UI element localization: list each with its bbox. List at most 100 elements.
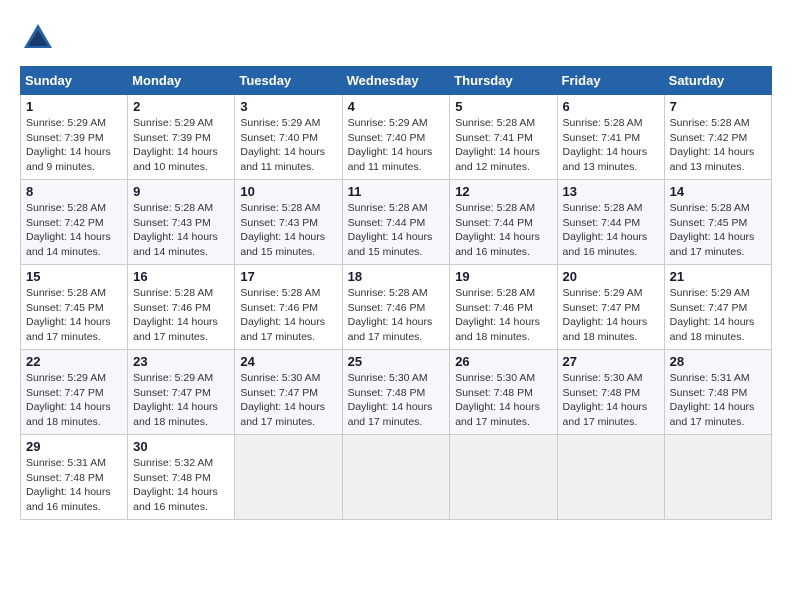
daylight: Daylight: 14 hours and 17 minutes.	[240, 401, 325, 428]
sunrise: Sunrise: 5:28 AM	[455, 287, 535, 299]
daylight: Daylight: 14 hours and 18 minutes.	[133, 401, 218, 428]
sunset: Sunset: 7:46 PM	[240, 302, 318, 314]
day-number: 16	[133, 269, 229, 284]
sunrise: Sunrise: 5:28 AM	[26, 202, 106, 214]
sunset: Sunset: 7:45 PM	[26, 302, 104, 314]
sunrise: Sunrise: 5:28 AM	[133, 202, 213, 214]
sunrise: Sunrise: 5:28 AM	[348, 287, 428, 299]
day-info: Sunrise: 5:28 AM Sunset: 7:41 PM Dayligh…	[455, 116, 551, 175]
sunset: Sunset: 7:43 PM	[240, 217, 318, 229]
day-info: Sunrise: 5:29 AM Sunset: 7:47 PM Dayligh…	[133, 371, 229, 430]
day-number: 9	[133, 184, 229, 199]
calendar-cell: 24 Sunrise: 5:30 AM Sunset: 7:47 PM Dayl…	[235, 350, 342, 435]
day-info: Sunrise: 5:28 AM Sunset: 7:43 PM Dayligh…	[240, 201, 336, 260]
sunset: Sunset: 7:44 PM	[563, 217, 641, 229]
sunset: Sunset: 7:48 PM	[563, 387, 641, 399]
sunset: Sunset: 7:45 PM	[670, 217, 748, 229]
sunrise: Sunrise: 5:28 AM	[455, 202, 535, 214]
header-saturday: Saturday	[664, 67, 771, 95]
day-info: Sunrise: 5:28 AM Sunset: 7:46 PM Dayligh…	[348, 286, 445, 345]
page-header	[20, 20, 772, 56]
day-info: Sunrise: 5:30 AM Sunset: 7:48 PM Dayligh…	[348, 371, 445, 430]
sunset: Sunset: 7:48 PM	[455, 387, 533, 399]
day-info: Sunrise: 5:28 AM Sunset: 7:43 PM Dayligh…	[133, 201, 229, 260]
calendar-cell: 15 Sunrise: 5:28 AM Sunset: 7:45 PM Dayl…	[21, 265, 128, 350]
sunset: Sunset: 7:47 PM	[670, 302, 748, 314]
calendar-cell	[450, 435, 557, 520]
sunset: Sunset: 7:42 PM	[670, 132, 748, 144]
daylight: Daylight: 14 hours and 17 minutes.	[563, 401, 648, 428]
daylight: Daylight: 14 hours and 14 minutes.	[133, 231, 218, 258]
sunrise: Sunrise: 5:31 AM	[26, 457, 106, 469]
calendar-body: 1 Sunrise: 5:29 AM Sunset: 7:39 PM Dayli…	[21, 95, 772, 520]
sunset: Sunset: 7:47 PM	[240, 387, 318, 399]
sunrise: Sunrise: 5:28 AM	[133, 287, 213, 299]
day-info: Sunrise: 5:28 AM Sunset: 7:44 PM Dayligh…	[455, 201, 551, 260]
calendar-cell: 10 Sunrise: 5:28 AM Sunset: 7:43 PM Dayl…	[235, 180, 342, 265]
calendar-cell: 20 Sunrise: 5:29 AM Sunset: 7:47 PM Dayl…	[557, 265, 664, 350]
sunrise: Sunrise: 5:31 AM	[670, 372, 750, 384]
header-sunday: Sunday	[21, 67, 128, 95]
sunset: Sunset: 7:48 PM	[26, 472, 104, 484]
daylight: Daylight: 14 hours and 15 minutes.	[240, 231, 325, 258]
header-wednesday: Wednesday	[342, 67, 450, 95]
daylight: Daylight: 14 hours and 16 minutes.	[563, 231, 648, 258]
day-number: 21	[670, 269, 766, 284]
sunset: Sunset: 7:41 PM	[455, 132, 533, 144]
day-number: 29	[26, 439, 122, 454]
calendar-cell: 14 Sunrise: 5:28 AM Sunset: 7:45 PM Dayl…	[664, 180, 771, 265]
day-number: 22	[26, 354, 122, 369]
calendar-cell: 22 Sunrise: 5:29 AM Sunset: 7:47 PM Dayl…	[21, 350, 128, 435]
day-number: 2	[133, 99, 229, 114]
sunset: Sunset: 7:39 PM	[133, 132, 211, 144]
daylight: Daylight: 14 hours and 17 minutes.	[670, 401, 755, 428]
day-info: Sunrise: 5:31 AM Sunset: 7:48 PM Dayligh…	[670, 371, 766, 430]
day-number: 7	[670, 99, 766, 114]
calendar-cell	[342, 435, 450, 520]
day-info: Sunrise: 5:28 AM Sunset: 7:42 PM Dayligh…	[26, 201, 122, 260]
day-info: Sunrise: 5:31 AM Sunset: 7:48 PM Dayligh…	[26, 456, 122, 515]
calendar-cell: 21 Sunrise: 5:29 AM Sunset: 7:47 PM Dayl…	[664, 265, 771, 350]
daylight: Daylight: 14 hours and 9 minutes.	[26, 146, 111, 173]
calendar-cell: 23 Sunrise: 5:29 AM Sunset: 7:47 PM Dayl…	[128, 350, 235, 435]
calendar-cell	[664, 435, 771, 520]
header-friday: Friday	[557, 67, 664, 95]
calendar-cell: 1 Sunrise: 5:29 AM Sunset: 7:39 PM Dayli…	[21, 95, 128, 180]
day-info: Sunrise: 5:32 AM Sunset: 7:48 PM Dayligh…	[133, 456, 229, 515]
calendar-cell: 3 Sunrise: 5:29 AM Sunset: 7:40 PM Dayli…	[235, 95, 342, 180]
day-number: 15	[26, 269, 122, 284]
day-number: 27	[563, 354, 659, 369]
day-number: 10	[240, 184, 336, 199]
day-number: 20	[563, 269, 659, 284]
header-thursday: Thursday	[450, 67, 557, 95]
sunrise: Sunrise: 5:28 AM	[240, 287, 320, 299]
sunrise: Sunrise: 5:28 AM	[670, 202, 750, 214]
calendar-cell	[557, 435, 664, 520]
day-info: Sunrise: 5:28 AM Sunset: 7:46 PM Dayligh…	[455, 286, 551, 345]
day-info: Sunrise: 5:28 AM Sunset: 7:46 PM Dayligh…	[240, 286, 336, 345]
day-info: Sunrise: 5:29 AM Sunset: 7:47 PM Dayligh…	[563, 286, 659, 345]
header-tuesday: Tuesday	[235, 67, 342, 95]
day-info: Sunrise: 5:28 AM Sunset: 7:41 PM Dayligh…	[563, 116, 659, 175]
sunrise: Sunrise: 5:28 AM	[670, 117, 750, 129]
daylight: Daylight: 14 hours and 12 minutes.	[455, 146, 540, 173]
day-number: 1	[26, 99, 122, 114]
daylight: Daylight: 14 hours and 18 minutes.	[26, 401, 111, 428]
day-info: Sunrise: 5:29 AM Sunset: 7:47 PM Dayligh…	[670, 286, 766, 345]
day-info: Sunrise: 5:28 AM Sunset: 7:46 PM Dayligh…	[133, 286, 229, 345]
day-info: Sunrise: 5:29 AM Sunset: 7:39 PM Dayligh…	[133, 116, 229, 175]
calendar-cell: 16 Sunrise: 5:28 AM Sunset: 7:46 PM Dayl…	[128, 265, 235, 350]
sunset: Sunset: 7:48 PM	[348, 387, 426, 399]
sunset: Sunset: 7:47 PM	[133, 387, 211, 399]
week-row-3: 15 Sunrise: 5:28 AM Sunset: 7:45 PM Dayl…	[21, 265, 772, 350]
calendar-cell: 9 Sunrise: 5:28 AM Sunset: 7:43 PM Dayli…	[128, 180, 235, 265]
sunset: Sunset: 7:42 PM	[26, 217, 104, 229]
day-number: 5	[455, 99, 551, 114]
daylight: Daylight: 14 hours and 16 minutes.	[455, 231, 540, 258]
calendar-cell: 25 Sunrise: 5:30 AM Sunset: 7:48 PM Dayl…	[342, 350, 450, 435]
calendar-cell: 28 Sunrise: 5:31 AM Sunset: 7:48 PM Dayl…	[664, 350, 771, 435]
calendar-cell: 29 Sunrise: 5:31 AM Sunset: 7:48 PM Dayl…	[21, 435, 128, 520]
calendar-cell: 30 Sunrise: 5:32 AM Sunset: 7:48 PM Dayl…	[128, 435, 235, 520]
calendar-cell: 27 Sunrise: 5:30 AM Sunset: 7:48 PM Dayl…	[557, 350, 664, 435]
calendar-cell: 26 Sunrise: 5:30 AM Sunset: 7:48 PM Dayl…	[450, 350, 557, 435]
